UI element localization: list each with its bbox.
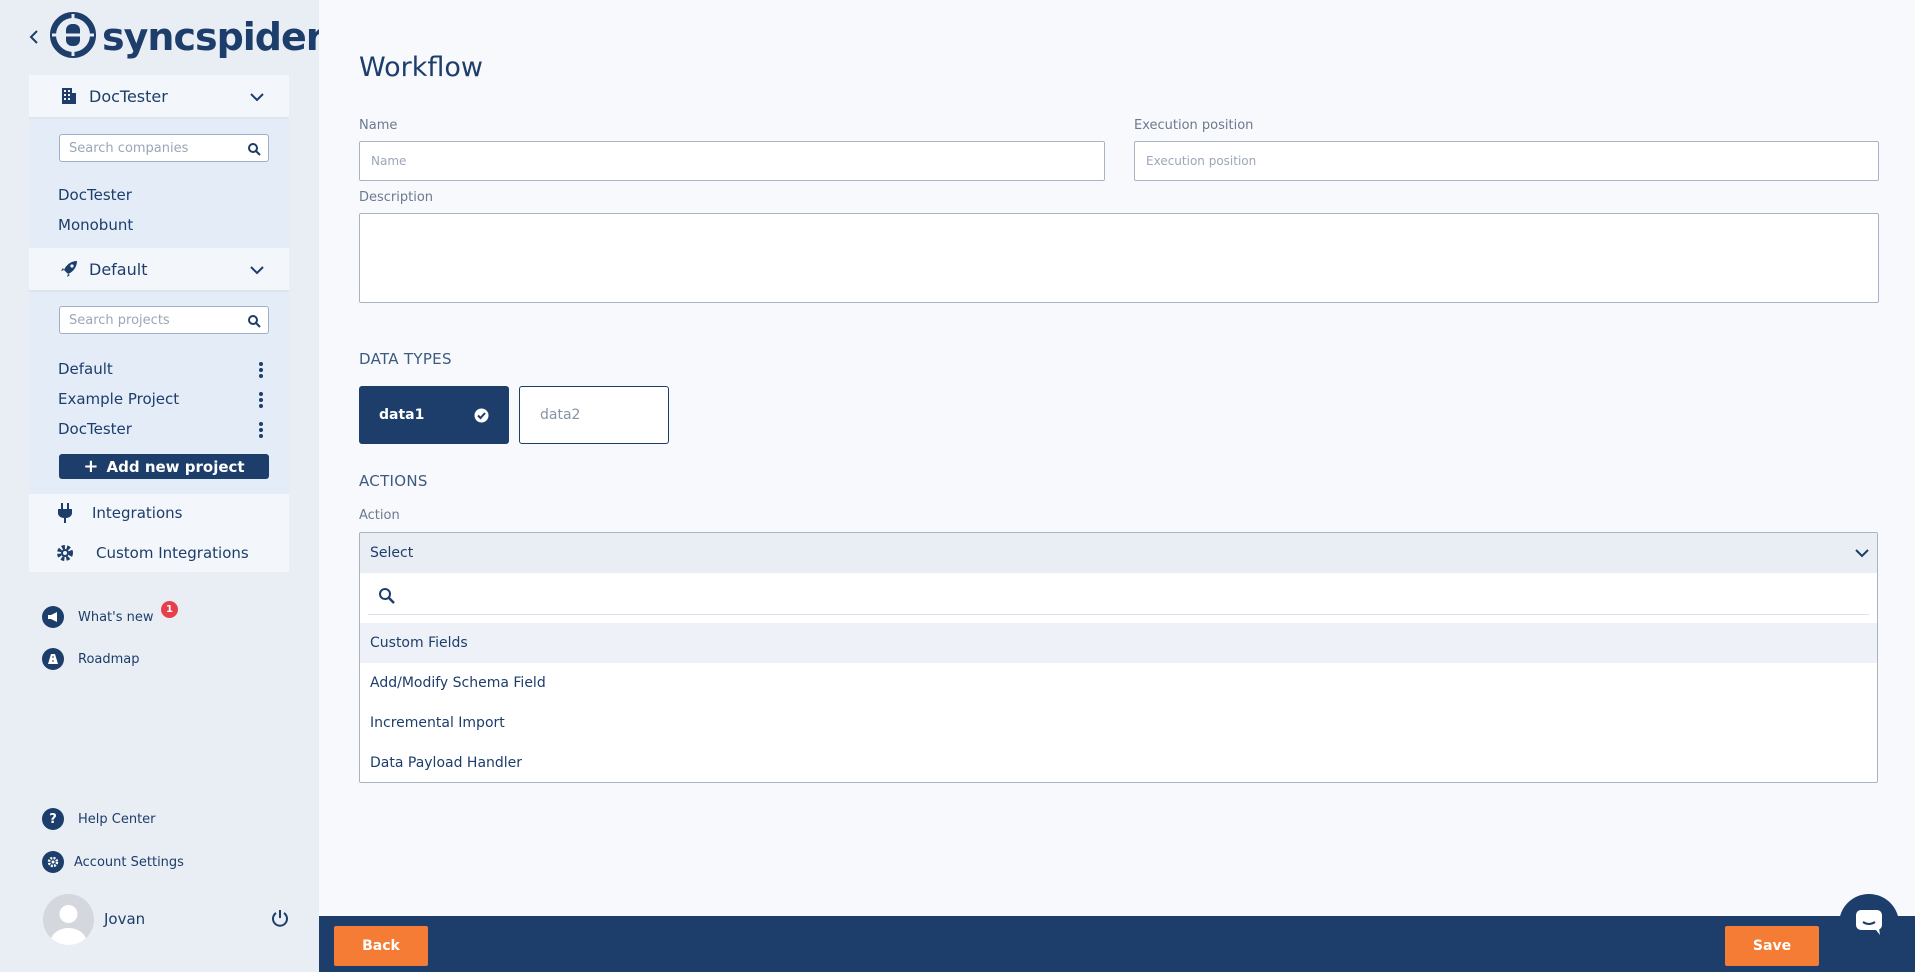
execution-position-label: Execution position [1134, 118, 1254, 133]
project-item-doctester[interactable]: DocTester [58, 420, 132, 438]
nav-roadmap[interactable]: Roadmap [42, 648, 140, 670]
page-title: Workflow [359, 52, 483, 83]
actions-title: ACTIONS [359, 472, 428, 490]
bottom-bar: Back Save [319, 916, 1915, 972]
action-select: Select Custom Fields Add/Modify Schema F… [359, 532, 1878, 783]
nav-integrations-label: Integrations [92, 504, 183, 522]
chat-icon [1854, 908, 1884, 940]
whats-new-label: What's new [78, 609, 154, 625]
settings-icon [42, 851, 64, 873]
chevron-down-icon [247, 260, 267, 280]
data-type-card-data1[interactable]: data1 [359, 386, 509, 444]
project-selector[interactable]: Default [29, 248, 289, 292]
project-item-example[interactable]: Example Project [58, 390, 179, 408]
plug-icon [54, 502, 76, 524]
help-icon: ? [42, 808, 64, 830]
data-type-card-data2[interactable]: data2 [519, 386, 669, 444]
road-icon [42, 648, 64, 670]
building-icon [59, 86, 79, 106]
action-search-input[interactable] [403, 588, 1803, 606]
question-mark-icon: ? [49, 811, 57, 827]
description-textarea[interactable] [360, 214, 1878, 302]
select-value: Select [370, 545, 414, 561]
megaphone-icon [42, 606, 64, 628]
action-option[interactable]: Incremental Import [360, 703, 1877, 743]
spider-logo-icon [50, 12, 96, 62]
avatar[interactable] [43, 894, 94, 945]
main-content: Workflow Name Execution position Descrip… [319, 0, 1915, 916]
nav-whats-new[interactable]: What's new [42, 606, 154, 628]
project-search-input[interactable] [60, 307, 235, 333]
nav-custom-integrations-label: Custom Integrations [96, 544, 249, 562]
add-project-label: Add new project [106, 457, 245, 476]
company-search-box [59, 134, 269, 162]
logo-text: syncspider [102, 15, 325, 59]
company-search-input[interactable] [60, 135, 235, 161]
notification-badge: 1 [161, 601, 178, 618]
data-type-label: data2 [540, 407, 581, 423]
power-icon[interactable] [270, 908, 290, 928]
roadmap-label: Roadmap [78, 651, 140, 667]
project-item-default[interactable]: Default [58, 360, 113, 378]
nav-integrations[interactable]: Integrations [54, 502, 182, 524]
data-types-title: DATA TYPES [359, 350, 452, 368]
save-button[interactable]: Save [1725, 926, 1819, 966]
data-type-label: data1 [379, 407, 425, 423]
sidebar: syncspider DocTester DocTester Monobunt … [0, 0, 325, 972]
search-icon[interactable] [247, 141, 261, 156]
kebab-menu-icon[interactable] [258, 391, 264, 409]
user-name: Jovan [104, 910, 146, 928]
action-option[interactable]: Add/Modify Schema Field [360, 663, 1877, 703]
project-selected-label: Default [89, 259, 148, 279]
company-item-doctester[interactable]: DocTester [58, 186, 132, 204]
back-button[interactable]: Back [334, 926, 428, 966]
execution-field-wrap [1134, 141, 1879, 181]
add-project-button[interactable]: + Add new project [59, 454, 269, 479]
search-icon[interactable] [247, 313, 261, 328]
chat-launcher[interactable] [1839, 894, 1899, 954]
company-selector[interactable]: DocTester [29, 75, 289, 119]
action-select-toggle[interactable]: Select [360, 533, 1877, 573]
company-selected-label: DocTester [89, 86, 168, 106]
search-icon [378, 587, 395, 608]
action-label: Action [359, 508, 400, 523]
check-circle-icon [474, 408, 489, 423]
account-settings-label: Account Settings [74, 854, 184, 870]
kebab-menu-icon[interactable] [258, 361, 264, 379]
logo-row: syncspider [24, 12, 325, 62]
chevron-down-icon [1853, 544, 1871, 562]
nav-custom-integrations[interactable]: Custom Integrations [54, 542, 249, 564]
execution-position-input[interactable] [1135, 142, 1878, 180]
chevron-down-icon [247, 87, 267, 107]
rocket-icon [59, 259, 79, 279]
company-item-monobunt[interactable]: Monobunt [58, 216, 133, 234]
name-field-wrap [359, 141, 1105, 181]
description-field-wrap [359, 213, 1879, 303]
nav-help-center[interactable]: ? Help Center [42, 808, 156, 830]
action-search-box [368, 580, 1869, 615]
description-label: Description [359, 190, 434, 205]
kebab-menu-icon[interactable] [258, 421, 264, 439]
back-chevron-icon[interactable] [24, 27, 44, 47]
project-search-box [59, 306, 269, 334]
help-center-label: Help Center [78, 811, 156, 827]
action-option[interactable]: Data Payload Handler [360, 743, 1877, 783]
nav-account-settings[interactable]: Account Settings [42, 851, 184, 873]
name-input[interactable] [360, 142, 1104, 180]
action-option[interactable]: Custom Fields [360, 623, 1877, 663]
plus-icon: + [83, 456, 99, 477]
name-label: Name [359, 118, 398, 133]
gear-icon [54, 542, 76, 564]
